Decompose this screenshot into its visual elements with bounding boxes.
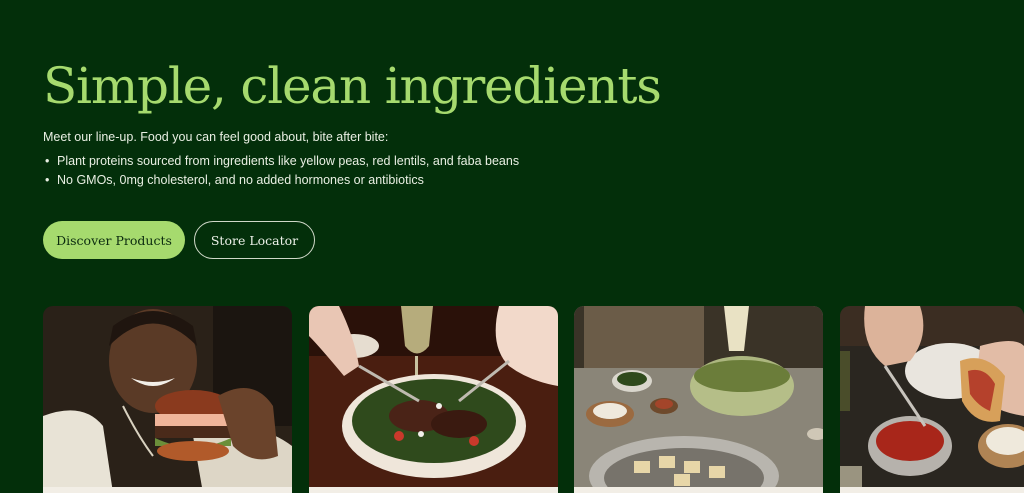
card-caption-bar (574, 487, 823, 493)
salad-prep-kitchen-image (574, 306, 823, 493)
intro-text: Meet our line-up. Food you can feel good… (43, 130, 389, 144)
tacos-with-salsa-image (840, 306, 1024, 493)
card-burger[interactable] (43, 306, 292, 493)
feature-item: • Plant proteins sourced from ingredient… (43, 152, 519, 171)
bullet-marker: • (45, 154, 50, 168)
card-kitchen[interactable] (574, 306, 823, 493)
store-locator-button[interactable]: Store Locator (194, 221, 315, 259)
page-title: Simple, clean ingredients (43, 57, 662, 115)
steak-salad-bowl-image (309, 306, 558, 493)
card-caption-bar (840, 487, 1024, 493)
discover-products-button[interactable]: Discover Products (43, 221, 185, 259)
card-caption-bar (43, 487, 292, 493)
bullet-marker: • (45, 173, 50, 187)
card-tacos[interactable] (840, 306, 1024, 493)
card-caption-bar (309, 487, 558, 493)
man-eating-burger-image (43, 306, 292, 493)
feature-text: No GMOs, 0mg cholesterol, and no added h… (57, 173, 424, 187)
feature-text: Plant proteins sourced from ingredients … (57, 154, 520, 168)
feature-item: • No GMOs, 0mg cholesterol, and no added… (43, 171, 519, 190)
card-salad[interactable] (309, 306, 558, 493)
feature-list: • Plant proteins sourced from ingredient… (43, 152, 519, 190)
